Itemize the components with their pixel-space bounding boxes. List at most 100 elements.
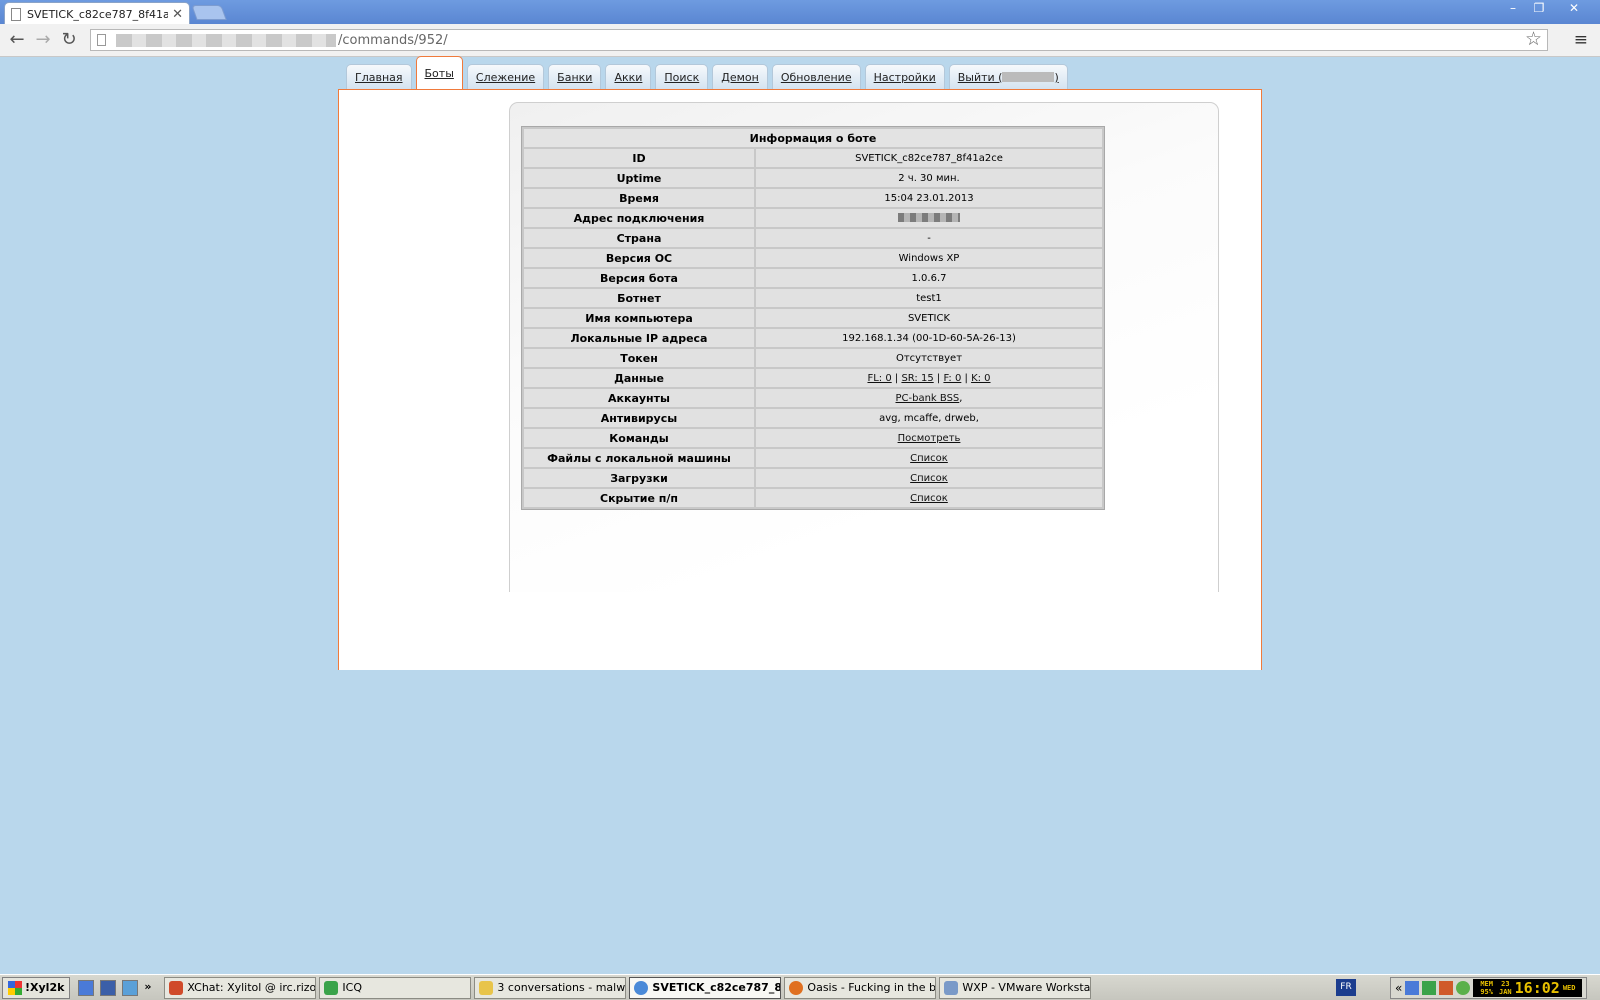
table-row: Файлы с локальной машины Список xyxy=(524,449,1102,467)
new-tab-button[interactable] xyxy=(191,5,227,20)
forward-button[interactable]: → xyxy=(32,29,54,51)
restore-button[interactable]: ❐ xyxy=(1526,0,1552,17)
downloads-list-link[interactable]: Список xyxy=(910,473,948,484)
table-row: Ботнет test1 xyxy=(524,289,1102,307)
commands-view-link[interactable]: Посмотреть xyxy=(898,433,961,444)
task-icq[interactable]: ICQ xyxy=(319,976,472,999)
row-key: Антивирусы xyxy=(524,409,754,427)
tab-banks[interactable]: Банки xyxy=(548,64,602,89)
data-f-link[interactable]: F: 0 xyxy=(943,373,961,384)
row-value: Посмотреть xyxy=(756,429,1102,447)
tab-main[interactable]: Главная xyxy=(346,64,412,89)
tools-icon[interactable] xyxy=(1439,981,1454,995)
bot-info-table: Информация о боте ID SVETICK_c82ce787_8f4… xyxy=(521,126,1105,510)
date-readout: 23 JAN xyxy=(1499,980,1512,996)
row-value xyxy=(756,209,1102,227)
quick-launch: » xyxy=(78,979,160,996)
tab-daemon[interactable]: Демон xyxy=(712,64,768,89)
tab-tracking[interactable]: Слежение xyxy=(466,64,545,89)
row-key: Страна xyxy=(524,229,754,247)
url-path: /commands/952/ xyxy=(338,32,448,48)
tab-accounts[interactable]: Акки xyxy=(605,64,652,89)
separator: | xyxy=(961,372,972,384)
row-key: Аккаунты xyxy=(524,389,754,407)
tab-settings[interactable]: Настройки xyxy=(864,64,945,89)
date-month: JAN xyxy=(1499,988,1512,996)
windows-taskbar: !Xyl2k » XChat: Xylitol @ irc.rizon... I… xyxy=(0,974,1600,1000)
tab-close-icon[interactable]: ✕ xyxy=(172,7,183,22)
back-button[interactable]: ← xyxy=(6,29,28,51)
firefox-icon xyxy=(789,980,804,995)
row-key: Ботнет xyxy=(524,289,754,307)
task-conversations[interactable]: 3 conversations - malwox xyxy=(474,976,627,999)
tab-update[interactable]: Обновление xyxy=(771,64,861,89)
tab-search[interactable]: Поиск xyxy=(655,64,709,89)
task-xchat[interactable]: XChat: Xylitol @ irc.rizon... xyxy=(164,976,317,999)
folder-icon xyxy=(479,980,494,995)
reload-button[interactable]: ↻ xyxy=(58,29,80,51)
task-chrome[interactable]: SVETICK_c82ce787_8... xyxy=(629,976,782,999)
close-window-button[interactable]: ✕ xyxy=(1552,0,1596,17)
security-icon[interactable] xyxy=(1422,981,1437,995)
window-controls: – ❐ ✕ xyxy=(1500,0,1596,17)
tray-expand-icon[interactable]: « xyxy=(1395,981,1402,995)
row-key: Данные xyxy=(524,369,754,387)
tab-bots[interactable]: Боты xyxy=(415,56,463,89)
mem-label: MEM xyxy=(1480,980,1493,988)
icq-tray-icon[interactable] xyxy=(1456,981,1471,995)
content-panel: Информация о боте ID SVETICK_c82ce787_8f4… xyxy=(338,89,1262,670)
task-vmware[interactable]: WXP - VMware Workstation xyxy=(939,976,1092,999)
row-key: Версия бота xyxy=(524,269,754,287)
hidden-programs-list-link[interactable]: Список xyxy=(910,493,948,504)
www-icon[interactable] xyxy=(100,979,117,996)
data-sr-link[interactable]: SR: 15 xyxy=(901,373,933,384)
network-icon[interactable] xyxy=(1405,981,1420,995)
bookmark-star-icon[interactable]: ☆ xyxy=(1525,28,1542,50)
table-row: Загрузки Список xyxy=(524,469,1102,487)
page-icon xyxy=(97,34,106,46)
browser-tab[interactable]: SVETICK_c82ce787_8f41a2c ✕ xyxy=(4,2,190,26)
account-link[interactable]: PC-bank BSS xyxy=(896,393,960,404)
address-bar[interactable]: /commands/952/ xyxy=(90,29,1548,51)
logout-label: Выйти ( xyxy=(957,70,1003,84)
task-label: 3 conversations - malwox xyxy=(497,981,627,994)
language-indicator[interactable]: FR xyxy=(1336,979,1356,996)
chart-icon[interactable] xyxy=(122,979,139,996)
quicklaunch-more-icon[interactable]: » xyxy=(144,980,154,996)
row-value: 192.168.1.34 (00-1D-60-5A-26-13) xyxy=(756,329,1102,347)
row-value: Список xyxy=(756,489,1102,507)
task-label: WXP - VMware Workstation xyxy=(962,981,1091,994)
task-firefox[interactable]: Oasis - Fucking in the bu... xyxy=(784,976,937,999)
table-row: Команды Посмотреть xyxy=(524,429,1102,447)
minimize-button[interactable]: – xyxy=(1500,0,1526,17)
data-fl-link[interactable]: FL: 0 xyxy=(867,373,891,384)
row-key: Загрузки xyxy=(524,469,754,487)
row-value: Список xyxy=(756,449,1102,467)
vmware-icon xyxy=(944,980,959,995)
row-key: Версия ОС xyxy=(524,249,754,267)
table-row: ID SVETICK_c82ce787_8f41a2ce xyxy=(524,149,1102,167)
table-row: Скрытие п/п Список xyxy=(524,489,1102,507)
icq-icon xyxy=(324,980,339,995)
row-value: Windows XP xyxy=(756,249,1102,267)
task-label: XChat: Xylitol @ irc.rizon... xyxy=(187,981,317,994)
browser-toolbar: ← → ↻ /commands/952/ ☆ ≡ xyxy=(0,24,1600,57)
start-label: !Xyl2k xyxy=(25,981,65,994)
start-button[interactable]: !Xyl2k xyxy=(2,976,71,999)
row-value: 1.0.6.7 xyxy=(756,269,1102,287)
table-row: Адрес подключения xyxy=(524,209,1102,227)
row-value: - xyxy=(756,229,1102,247)
table-row: Антивирусы avg, mcaffe, drweb, xyxy=(524,409,1102,427)
ie-icon[interactable] xyxy=(78,979,95,996)
separator: | xyxy=(891,372,902,384)
row-key: Адрес подключения xyxy=(524,209,754,227)
tab-logout[interactable]: Выйти () xyxy=(948,64,1068,89)
local-files-list-link[interactable]: Список xyxy=(910,453,948,464)
data-k-link[interactable]: K: 0 xyxy=(971,373,990,384)
table-row: Страна - xyxy=(524,229,1102,247)
table-row: Аккаунты PC-bank BSS, xyxy=(524,389,1102,407)
row-value: 2 ч. 30 мин. xyxy=(756,169,1102,187)
menu-icon[interactable]: ≡ xyxy=(1574,30,1588,50)
logout-label-end: ) xyxy=(1054,70,1059,84)
clock-display[interactable]: MEM 95% 23 JAN 16:02 WED xyxy=(1473,979,1583,997)
